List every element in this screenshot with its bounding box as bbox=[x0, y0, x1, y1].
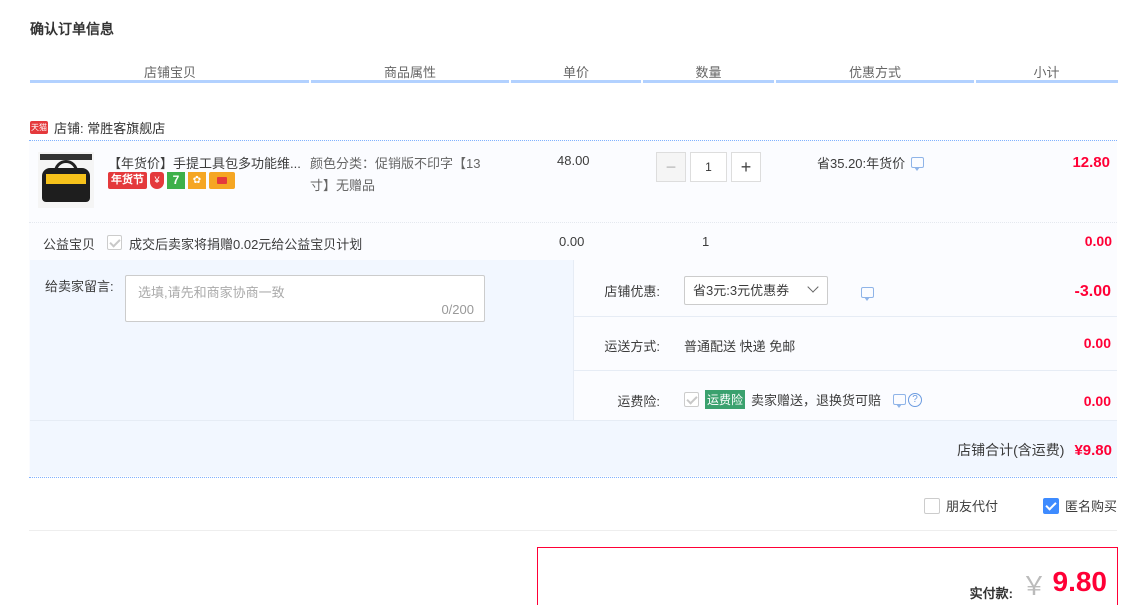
shield-icon[interactable]: ¥ bbox=[150, 172, 164, 189]
quantity-input[interactable]: 1 bbox=[690, 152, 727, 182]
payment-summary: 实付款: ￥ 9.80 bbox=[537, 547, 1118, 605]
shop-total-label: 店铺合计(含运费) bbox=[957, 442, 1065, 458]
anonymous-option[interactable]: 匿名购买 bbox=[1043, 496, 1117, 515]
col-header-price: 单价 bbox=[562, 65, 589, 80]
product-thumbnail[interactable] bbox=[38, 152, 94, 208]
col-header-promo: 优惠方式 bbox=[848, 65, 901, 80]
quantity-stepper: − 1 + bbox=[656, 152, 761, 182]
insurance-label: 运费险: bbox=[617, 394, 660, 409]
payment-amount: 9.80 bbox=[1052, 566, 1108, 597]
charity-text: 成交后卖家将捐赠0.02元给公益宝贝计划 bbox=[129, 237, 363, 252]
header-underline bbox=[643, 80, 774, 83]
header-underline bbox=[511, 80, 641, 83]
col-header-attr: 商品属性 bbox=[383, 65, 436, 80]
divider bbox=[29, 222, 1117, 223]
coupon-select[interactable]: 省3元:3元优惠券 bbox=[684, 276, 828, 305]
shop-total: 店铺合计(含运费) ¥9.80 bbox=[957, 440, 1112, 460]
yen-symbol: ￥ bbox=[1020, 571, 1047, 601]
item-subtotal: 12.80 bbox=[1072, 154, 1110, 171]
chat-icon[interactable] bbox=[860, 287, 874, 301]
product-title-link[interactable]: 【年货价】手提工具包多功能维... bbox=[108, 153, 308, 172]
shop-discount-label: 店铺优惠: bbox=[604, 284, 660, 299]
friend-pay-option[interactable]: 朋友代付 bbox=[924, 496, 998, 515]
shop-discount-amount: -3.00 bbox=[1074, 283, 1111, 300]
shop-name-link[interactable]: 店铺: 常胜客旗舰店 bbox=[54, 118, 165, 137]
chat-icon[interactable] bbox=[911, 157, 925, 171]
col-header-quantity: 数量 bbox=[695, 65, 722, 80]
header-underline bbox=[976, 80, 1118, 83]
insurance-tag: 运费险 bbox=[705, 390, 746, 409]
header-underline bbox=[776, 80, 974, 83]
col-header-subtotal: 小计 bbox=[1033, 65, 1060, 80]
insurance-option: 运费险 卖家赠送，退换货可赔 ? bbox=[684, 390, 923, 409]
chevron-down-icon bbox=[807, 281, 819, 293]
shipping-method: 普通配送 快递 免邮 bbox=[684, 339, 796, 354]
anonymous-checkbox[interactable] bbox=[1043, 497, 1059, 514]
insurance-checkbox[interactable] bbox=[684, 392, 699, 407]
seller-memo-textarea[interactable]: 选填,请先和商家协商一致 0/200 bbox=[125, 275, 485, 322]
shipping-amount: 0.00 bbox=[1083, 335, 1111, 351]
memo-label: 给卖家留言: bbox=[45, 279, 114, 294]
chat-icon[interactable] bbox=[893, 394, 907, 408]
help-icon[interactable]: ? bbox=[908, 392, 923, 407]
divider bbox=[574, 316, 1117, 317]
page-title: 确认订单信息 bbox=[30, 21, 114, 37]
charity-quantity: 1 bbox=[702, 234, 710, 249]
shop-row: 天猫 店铺: 常胜客旗舰店 bbox=[30, 118, 165, 137]
col-header-item: 店铺宝贝 bbox=[143, 65, 196, 80]
insurance-text: 卖家赠送，退换货可赔 bbox=[751, 393, 882, 408]
shop-total-amount: ¥9.80 bbox=[1074, 441, 1112, 459]
divider bbox=[574, 370, 1117, 371]
payment-label: 实付款: bbox=[969, 586, 1013, 601]
product-attributes: 颜色分类：促销版不印字【13 寸】无赠品 bbox=[310, 156, 481, 193]
promo-info: 省35.20:年货价 bbox=[817, 153, 925, 172]
memo-placeholder: 选填,请先和商家协商一致 bbox=[138, 285, 285, 300]
divider bbox=[29, 530, 1117, 531]
friend-pay-checkbox[interactable] bbox=[924, 497, 940, 514]
increase-quantity-button[interactable]: + bbox=[731, 152, 761, 182]
seven-day-return-icon[interactable]: 7 bbox=[167, 172, 185, 189]
shipping-label: 运送方式: bbox=[604, 339, 660, 354]
service-badge-icon[interactable]: ✿ bbox=[188, 172, 206, 189]
product-tags: 年货节 ¥ 7 ✿ bbox=[108, 172, 235, 189]
header-underline bbox=[30, 80, 309, 83]
divider bbox=[30, 420, 1117, 421]
decrease-quantity-button[interactable]: − bbox=[656, 152, 686, 182]
credit-card-icon[interactable] bbox=[209, 172, 235, 189]
charity-label: 公益宝贝 bbox=[43, 237, 96, 252]
charity-subtotal: 0.00 bbox=[1084, 233, 1112, 249]
insurance-amount: 0.00 bbox=[1083, 393, 1111, 409]
charity-price: 0.00 bbox=[559, 234, 585, 249]
header-underline bbox=[311, 80, 509, 83]
new-year-festival-tag: 年货节 bbox=[108, 172, 147, 189]
divider bbox=[573, 260, 574, 420]
charity-checkbox[interactable] bbox=[107, 235, 122, 250]
unit-price: 48.00 bbox=[557, 153, 590, 168]
memo-char-count: 0/200 bbox=[441, 302, 474, 317]
tmall-icon: 天猫 bbox=[30, 121, 48, 134]
